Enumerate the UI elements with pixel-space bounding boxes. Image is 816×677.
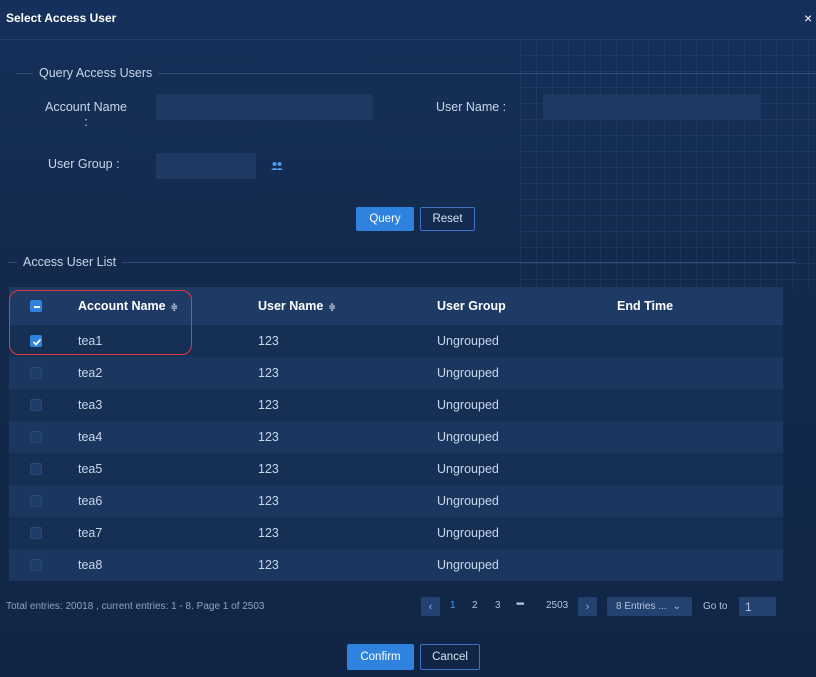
prev-page-icon[interactable]: ‹	[421, 597, 440, 616]
select-all-checkbox[interactable]	[30, 300, 42, 312]
legend-line-left	[16, 72, 33, 74]
table-row[interactable]: tea5 123 Ungrouped	[9, 453, 783, 485]
query-button[interactable]: Query	[356, 207, 414, 231]
table-header: Account Name ≑ User Name ≑ User Group End …	[9, 287, 783, 325]
cell-account-name: tea4	[78, 430, 103, 444]
cancel-button[interactable]: Cancel	[420, 644, 480, 670]
row-checkbox[interactable]	[30, 335, 42, 347]
row-checkbox[interactable]	[30, 431, 42, 443]
account-name-input[interactable]	[156, 94, 373, 120]
cell-user-name: 123	[258, 366, 279, 380]
table-row[interactable]: tea2 123 Ungrouped	[9, 357, 783, 389]
sort-icon[interactable]: ≑	[171, 302, 179, 312]
cell-user-group: Ungrouped	[437, 558, 499, 572]
cell-user-group: Ungrouped	[437, 430, 499, 444]
cell-user-name: 123	[258, 334, 279, 348]
row-checkbox[interactable]	[30, 559, 42, 571]
column-header-user-group: User Group	[437, 299, 506, 313]
cell-user-group: Ungrouped	[437, 398, 499, 412]
user-group-icon[interactable]	[270, 160, 284, 172]
dialog-title: Select Access User	[6, 11, 117, 25]
cell-user-group: Ungrouped	[437, 526, 499, 540]
user-group-label: User Group :	[48, 157, 120, 171]
user-name-label: User Name :	[436, 100, 507, 114]
legend-line-right	[158, 72, 816, 74]
cell-account-name: tea3	[78, 398, 103, 412]
row-checkbox[interactable]	[30, 527, 42, 539]
close-icon[interactable]: ×	[804, 9, 816, 27]
column-header-user-name[interactable]: User Name ≑	[258, 299, 336, 313]
cell-user-name: 123	[258, 462, 279, 476]
entries-per-page-select[interactable]: 8 Entries ... ⌄	[607, 597, 692, 616]
pagination-summary: Total entries: 20018 , current entries: …	[6, 601, 265, 612]
query-section-legend: Query Access Users	[16, 66, 816, 80]
account-name-label-text: Account Name	[45, 100, 127, 114]
access-user-table: Account Name ≑ User Name ≑ User Group End …	[9, 287, 783, 581]
list-section-legend: Access User List	[8, 255, 796, 269]
legend-line-right	[122, 261, 796, 263]
reset-button[interactable]: Reset	[420, 207, 475, 231]
cell-user-name: 123	[258, 526, 279, 540]
cell-user-name: 123	[258, 494, 279, 508]
cell-user-group: Ungrouped	[437, 366, 499, 380]
goto-page-input[interactable]	[739, 597, 776, 616]
table-row[interactable]: tea7 123 Ungrouped	[9, 517, 783, 549]
table-row[interactable]: tea6 123 Ungrouped	[9, 485, 783, 517]
query-legend-text: Query Access Users	[39, 66, 153, 80]
cell-user-name: 123	[258, 558, 279, 572]
account-name-label: Account Name :	[36, 100, 136, 130]
column-header-end-time: End Time	[617, 299, 674, 313]
column-header-account-name[interactable]: Account Name ≑	[78, 299, 178, 313]
cell-account-name: tea6	[78, 494, 103, 508]
select-access-user-dialog: Select Access User × Query Access Users …	[0, 0, 816, 677]
page-3-link[interactable]: 3	[495, 600, 501, 611]
page-2-link[interactable]: 2	[472, 600, 478, 611]
cell-user-group: Ungrouped	[437, 494, 499, 508]
cell-account-name: tea2	[78, 366, 103, 380]
last-page-link[interactable]: 2503	[546, 600, 568, 611]
user-name-input[interactable]	[543, 94, 760, 120]
account-name-label-colon: :	[84, 115, 88, 129]
row-checkbox[interactable]	[30, 399, 42, 411]
entries-per-page-value: 8 Entries ...	[616, 601, 667, 612]
cell-account-name: tea7	[78, 526, 103, 540]
next-page-icon[interactable]: ›	[578, 597, 597, 616]
cell-user-group: Ungrouped	[437, 462, 499, 476]
pagination-ellipsis[interactable]: •••	[516, 599, 524, 610]
cell-account-name: tea5	[78, 462, 103, 476]
table-row[interactable]: tea4 123 Ungrouped	[9, 421, 783, 453]
column-header-user-name-text: User Name	[258, 299, 324, 313]
cell-user-group: Ungrouped	[437, 334, 499, 348]
row-checkbox[interactable]	[30, 463, 42, 475]
legend-line-left	[8, 261, 17, 263]
list-legend-text: Access User List	[23, 255, 117, 269]
user-group-input[interactable]	[156, 153, 256, 179]
cell-user-name: 123	[258, 398, 279, 412]
table-row[interactable]: tea3 123 Ungrouped	[9, 389, 783, 421]
table-row[interactable]: tea8 123 Ungrouped	[9, 549, 783, 581]
sort-icon[interactable]: ≑	[328, 302, 336, 312]
page-1-link[interactable]: 1	[450, 600, 456, 611]
goto-label: Go to	[703, 601, 728, 612]
dialog-titlebar: Select Access User ×	[0, 0, 816, 40]
row-checkbox[interactable]	[30, 495, 42, 507]
confirm-button[interactable]: Confirm	[347, 644, 414, 670]
cell-account-name: tea1	[78, 334, 103, 348]
column-header-account-name-text: Account Name	[78, 299, 166, 313]
table-row[interactable]: tea1 123 Ungrouped	[9, 325, 783, 357]
cell-user-name: 123	[258, 430, 279, 444]
row-checkbox[interactable]	[30, 367, 42, 379]
cell-account-name: tea8	[78, 558, 103, 572]
chevron-down-icon: ⌄	[672, 601, 681, 612]
